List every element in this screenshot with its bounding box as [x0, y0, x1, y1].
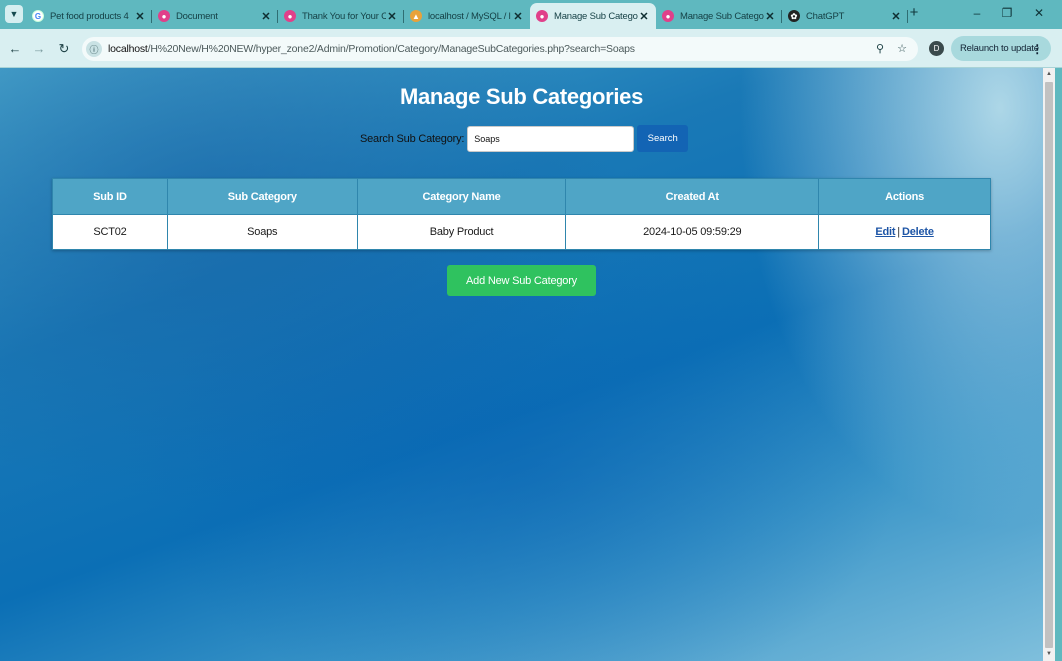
tab-title: Manage Sub Catego [554, 10, 638, 22]
new-tab-button[interactable]: + [907, 4, 921, 21]
cell-sub-id: SCT02 [52, 214, 168, 250]
sub-categories-table: Sub ID Sub Category Category Name Create… [52, 178, 991, 250]
relaunch-button[interactable]: Relaunch to update ⋮ [951, 36, 1051, 61]
site-info-icon[interactable]: ⓘ [86, 41, 102, 57]
url-text[interactable]: localhost/H%20New/H%20NEW/hyper_zone2/Ad… [108, 43, 635, 55]
relaunch-label: Relaunch to update [960, 43, 1039, 54]
google-icon: G [32, 10, 44, 22]
pink-circle-icon: ● [536, 10, 548, 22]
search-input[interactable] [467, 125, 635, 152]
close-icon[interactable]: ✕ [890, 10, 902, 23]
cell-created-at: 2024-10-05 09:59:29 [565, 214, 820, 250]
close-icon[interactable]: ✕ [638, 10, 650, 23]
scrollbar-thumb[interactable] [1045, 82, 1053, 648]
tab-title: Thank You for Your C [302, 10, 386, 22]
tab-title: Manage Sub Catego [680, 10, 764, 22]
zoom-icon[interactable]: ⚲ [872, 41, 888, 57]
pink-circle-icon: ● [158, 10, 170, 22]
browser-tab[interactable]: ▲ localhost / MySQL / l ✕ [404, 5, 530, 27]
browser-tab[interactable]: ✿ ChatGPT ✕ [782, 5, 908, 27]
column-header-category-name: Category Name [356, 178, 567, 215]
column-header-sub-category: Sub Category [166, 178, 358, 215]
close-icon[interactable]: ✕ [386, 10, 398, 23]
cell-category-name: Baby Product [356, 214, 567, 250]
column-header-created-at: Created At [565, 178, 820, 215]
more-vertical-icon[interactable]: ⋮ [1031, 42, 1043, 56]
minimize-button[interactable]: – [966, 5, 988, 21]
scroll-down-icon[interactable]: ▼ [1045, 650, 1053, 658]
browser-tab-active[interactable]: ● Manage Sub Catego ✕ [530, 3, 656, 29]
plus-icon: + [909, 4, 919, 21]
add-sub-category-button[interactable]: Add New Sub Category [447, 265, 596, 296]
delete-link[interactable]: Delete [902, 226, 934, 238]
close-icon[interactable]: ✕ [260, 10, 272, 23]
pink-circle-icon: ● [662, 10, 674, 22]
phpmyadmin-icon: ▲ [410, 10, 422, 22]
close-icon[interactable]: ✕ [764, 10, 776, 23]
reload-icon: ↻ [58, 41, 70, 56]
star-icon[interactable]: ☆ [894, 41, 910, 57]
chatgpt-icon: ✿ [788, 10, 800, 22]
cell-sub-category: Soaps [166, 214, 358, 250]
profile-avatar[interactable]: D [929, 41, 944, 56]
search-button[interactable]: Search [637, 125, 689, 152]
back-button[interactable]: ← [7, 41, 23, 57]
edit-link[interactable]: Edit [875, 226, 895, 238]
window-edge [1055, 68, 1062, 661]
close-icon[interactable]: ✕ [134, 10, 146, 23]
restore-icon: ❐ [1001, 6, 1013, 20]
browser-tab[interactable]: ● Document ✕ [152, 5, 278, 27]
column-header-actions: Actions [818, 178, 991, 215]
browser-tab-strip: ▼ G Pet food products 4 ✕ ● Document ✕ ●… [0, 0, 1062, 29]
chevron-down-icon: ▼ [9, 9, 19, 19]
tab-title: ChatGPT [806, 10, 845, 22]
table-header-row: Sub ID Sub Category Category Name Create… [52, 178, 991, 215]
pink-circle-icon: ● [284, 10, 296, 22]
url-path: /H%20New/H%20NEW/hyper_zone2/Admin/Promo… [147, 43, 635, 55]
browser-tab[interactable]: ● Manage Sub Catego ✕ [656, 5, 782, 27]
url-host: localhost [108, 43, 148, 55]
arrow-right-icon: → [32, 41, 46, 56]
page-title: Manage Sub Categories [399, 84, 644, 109]
page-viewport: Manage Sub Categories Search Sub Categor… [0, 68, 1043, 661]
close-icon[interactable]: ✕ [512, 10, 524, 23]
tab-list: G Pet food products 4 ✕ ● Document ✕ ● T… [26, 3, 908, 29]
reload-button[interactable]: ↻ [56, 41, 72, 57]
tab-title: Pet food products 4 [50, 10, 129, 22]
search-form: Search Sub Category: Search [360, 125, 689, 152]
arrow-left-icon: ← [8, 41, 22, 56]
column-header-sub-id: Sub ID [52, 178, 168, 215]
browser-tab[interactable]: ● Thank You for Your C ✕ [278, 5, 404, 27]
tab-search-button[interactable]: ▼ [5, 5, 23, 23]
scroll-up-icon[interactable]: ▲ [1045, 70, 1053, 78]
vertical-scrollbar[interactable]: ▲ ▼ [1043, 68, 1055, 661]
search-label: Search Sub Category: [360, 132, 465, 145]
action-separator: | [897, 226, 900, 238]
close-icon: ✕ [1033, 6, 1045, 20]
forward-button[interactable]: → [31, 41, 47, 57]
table-row: SCT02 Soaps Baby Product 2024-10-05 09:5… [52, 214, 991, 250]
address-bar[interactable]: ⓘ localhost/H%20New/H%20NEW/hyper_zone2/… [82, 37, 918, 61]
tab-title: Document [176, 10, 218, 22]
cell-actions: Edit | Delete [818, 214, 991, 250]
window-close-button[interactable]: ✕ [1028, 5, 1050, 21]
minimize-icon: – [973, 6, 981, 20]
tab-title: localhost / MySQL / l [428, 10, 511, 22]
browser-tab[interactable]: G Pet food products 4 ✕ [26, 5, 152, 27]
restore-button[interactable]: ❐ [996, 5, 1018, 21]
browser-toolbar: ← → ↻ ⓘ localhost/H%20New/H%20NEW/hyper_… [0, 29, 1062, 68]
